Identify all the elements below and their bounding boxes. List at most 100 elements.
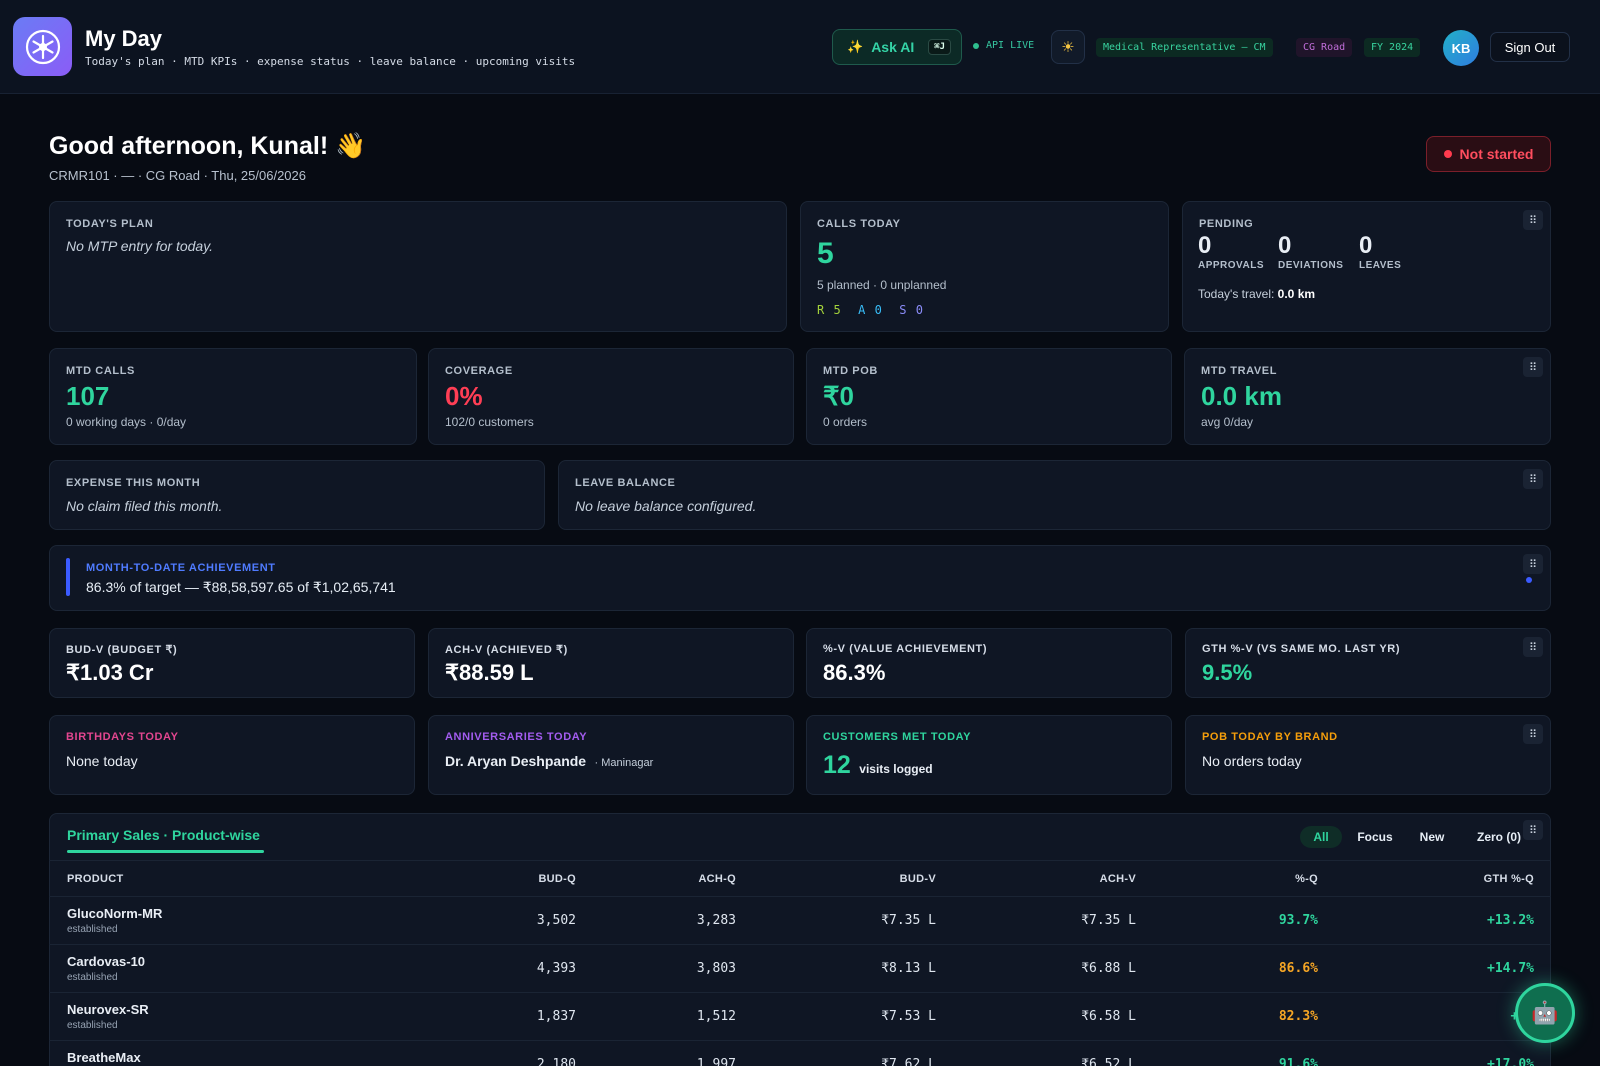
tab-underline [67,850,264,853]
table-divider [49,896,1551,897]
card-label: EXPENSE THIS MONTH [66,477,201,489]
status-dot-icon [1443,150,1452,158]
top-bar: My Day Today's plan · MTD KPIs · expense… [0,0,1600,94]
pct-q-cell: 86.6% [1278,961,1318,976]
achievement-card: ⠿ [49,545,1551,611]
anniversary-entry[interactable]: Dr. Aryan Deshpande · Maninagar [445,753,653,771]
filter-new[interactable]: New [1412,826,1452,848]
app-logo-icon[interactable] [13,17,72,76]
theme-toggle-button[interactable]: ☀ [1051,30,1085,64]
assistant-fab-button[interactable]: 🤖 [1515,983,1575,1043]
api-status: API LIVE [973,40,1034,51]
col-ach-v[interactable]: ACH-V [1036,873,1136,885]
drag-handle-icon[interactable]: ⠿ [1523,724,1543,744]
indicator-dot-icon [1526,577,1532,583]
anniversaries-card: ANNIVERSARIES TODAY Dr. Aryan Deshpande … [428,715,794,795]
customers-met-sub: visits logged [859,762,933,776]
achievement-accent-bar [66,558,70,596]
bud-v-cell: ₹7.53 L [881,1009,936,1024]
avatar[interactable]: KB [1443,30,1479,66]
sign-out-button[interactable]: Sign Out [1490,32,1570,62]
card-label: %-V (VALUE ACHIEVEMENT) [823,643,988,655]
greeting-meta: CRMR101 · — · CG Road · Thu, 25/06/2026 [49,168,306,183]
card-label: CUSTOMERS MET TODAY [823,731,972,743]
sparkle-icon: ✨ [847,39,864,54]
drag-handle-icon[interactable]: ⠿ [1523,554,1543,574]
mtd-calls-sub: 0 working days · 0/day [66,415,187,429]
status-dot-icon [973,42,979,49]
product-name: Neurovex-SR [67,1002,149,1017]
gth-q-cell: +13.2% [1487,913,1534,928]
col-gth-q[interactable]: GTH %-Q [1434,873,1534,885]
card-label: ACH-V (ACHIEVED ₹) [445,644,568,656]
calls-today-sub: 5 planned · 0 unplanned [817,278,947,292]
calls-today-card: CALLS TODAY 5 5 planned · 0 unplanned R … [800,201,1169,332]
ask-ai-label: Ask AI [871,39,915,55]
card-label: BUD-V (BUDGET ₹) [66,644,178,656]
r-count: R 5 [817,303,842,317]
today-travel: Today's travel: 0.0 km [1198,287,1315,301]
pending-deviations: 0 DEVIATIONS [1278,232,1343,271]
product-tag: established [67,972,118,983]
bud-v-card: BUD-V (BUDGET ₹) ₹1.03 Cr [49,628,415,698]
anniversary-name: Dr. Aryan Deshpande [445,753,587,769]
product-name: Cardovas-10 [67,954,146,969]
drag-handle-icon[interactable]: ⠿ [1523,357,1543,377]
mtd-travel-sub: avg 0/day [1201,415,1254,429]
greeting-title: Good afternoon, Kunal! 👋 [49,132,367,160]
call-breakdown: R 5 A 0 S 0 [817,303,924,317]
app-title: My Day [85,26,163,51]
day-status-label: Not started [1459,146,1534,162]
deviations-count: 0 [1278,232,1292,259]
card-label: GTH %-V (VS SAME MO. LAST YR) [1202,643,1401,655]
mtd-calls-card: MTD CALLS 107 0 working days · 0/day [49,348,417,445]
col-pct-q[interactable]: %-Q [1218,873,1318,885]
bud-v-cell: ₹7.62 L [881,1057,936,1066]
customers-met-card: CUSTOMERS MET TODAY 12 visits logged [806,715,1172,795]
bud-v-cell: ₹8.13 L [881,961,936,976]
filter-zero[interactable]: Zero (0) [1470,826,1528,848]
robot-icon: 🤖 [1531,1000,1559,1025]
drag-handle-icon[interactable]: ⠿ [1523,210,1543,230]
approvals-count: 0 [1198,232,1212,259]
calls-today-value: 5 [817,237,834,270]
coverage-card: COVERAGE 0% 102/0 customers [428,348,794,445]
leave-balance-card: LEAVE BALANCE No leave balance configure… [558,460,1551,530]
expense-text: No claim filed this month. [66,498,223,514]
app-subtitle: Today's plan · MTD KPIs · expense status… [85,55,576,68]
achievement-label: MONTH-TO-DATE ACHIEVEMENT [86,562,276,574]
ach-q-cell: 1,997 [696,1057,736,1066]
ask-ai-button[interactable]: ✨ Ask AI ⌘J [832,29,962,65]
tab-primary-sales[interactable]: Primary Sales · Product-wise [67,827,260,843]
card-label: MTD CALLS [66,365,135,377]
pending-approvals: 0 APPROVALS [1198,232,1264,271]
filter-all[interactable]: All [1300,826,1342,848]
pct-v-value: 86.3% [823,660,886,685]
birthdays-card: BIRTHDAYS TODAY None today [49,715,415,795]
card-label: BIRTHDAYS TODAY [66,731,179,743]
expense-card: EXPENSE THIS MONTH No claim filed this m… [49,460,545,530]
col-product[interactable]: PRODUCT [67,873,124,885]
row-divider [49,944,1551,945]
coverage-value: 0% [445,381,483,411]
card-label: MTD POB [823,365,878,377]
col-bud-v[interactable]: BUD-V [836,873,936,885]
filter-focus[interactable]: Focus [1352,826,1398,848]
drag-handle-icon[interactable]: ⠿ [1523,637,1543,657]
travel-label: Today's travel: [1198,287,1275,301]
pct-v-card: %-V (VALUE ACHIEVEMENT) 86.3% [806,628,1172,698]
gth-v-card: GTH %-V (VS SAME MO. LAST YR) 9.5% ⠿ [1185,628,1551,698]
customers-met-value: 12 [823,751,851,779]
ach-v-cell: ₹7.35 L [1081,913,1136,928]
product-name: GlucoNorm-MR [67,906,163,921]
pct-q-cell: 93.7% [1278,913,1318,928]
ach-q-cell: 1,512 [696,1009,736,1024]
drag-handle-icon[interactable]: ⠿ [1523,469,1543,489]
todays-plan-card: TODAY'S PLAN No MTP entry for today. [49,201,787,332]
gth-q-cell: +17.0% [1487,1057,1534,1066]
ach-v-value: ₹88.59 L [445,660,534,685]
col-ach-q[interactable]: ACH-Q [636,873,736,885]
col-bud-q[interactable]: BUD-Q [476,873,576,885]
anniversary-place: · Maninagar [594,757,654,769]
day-status-button[interactable]: Not started [1426,136,1551,172]
